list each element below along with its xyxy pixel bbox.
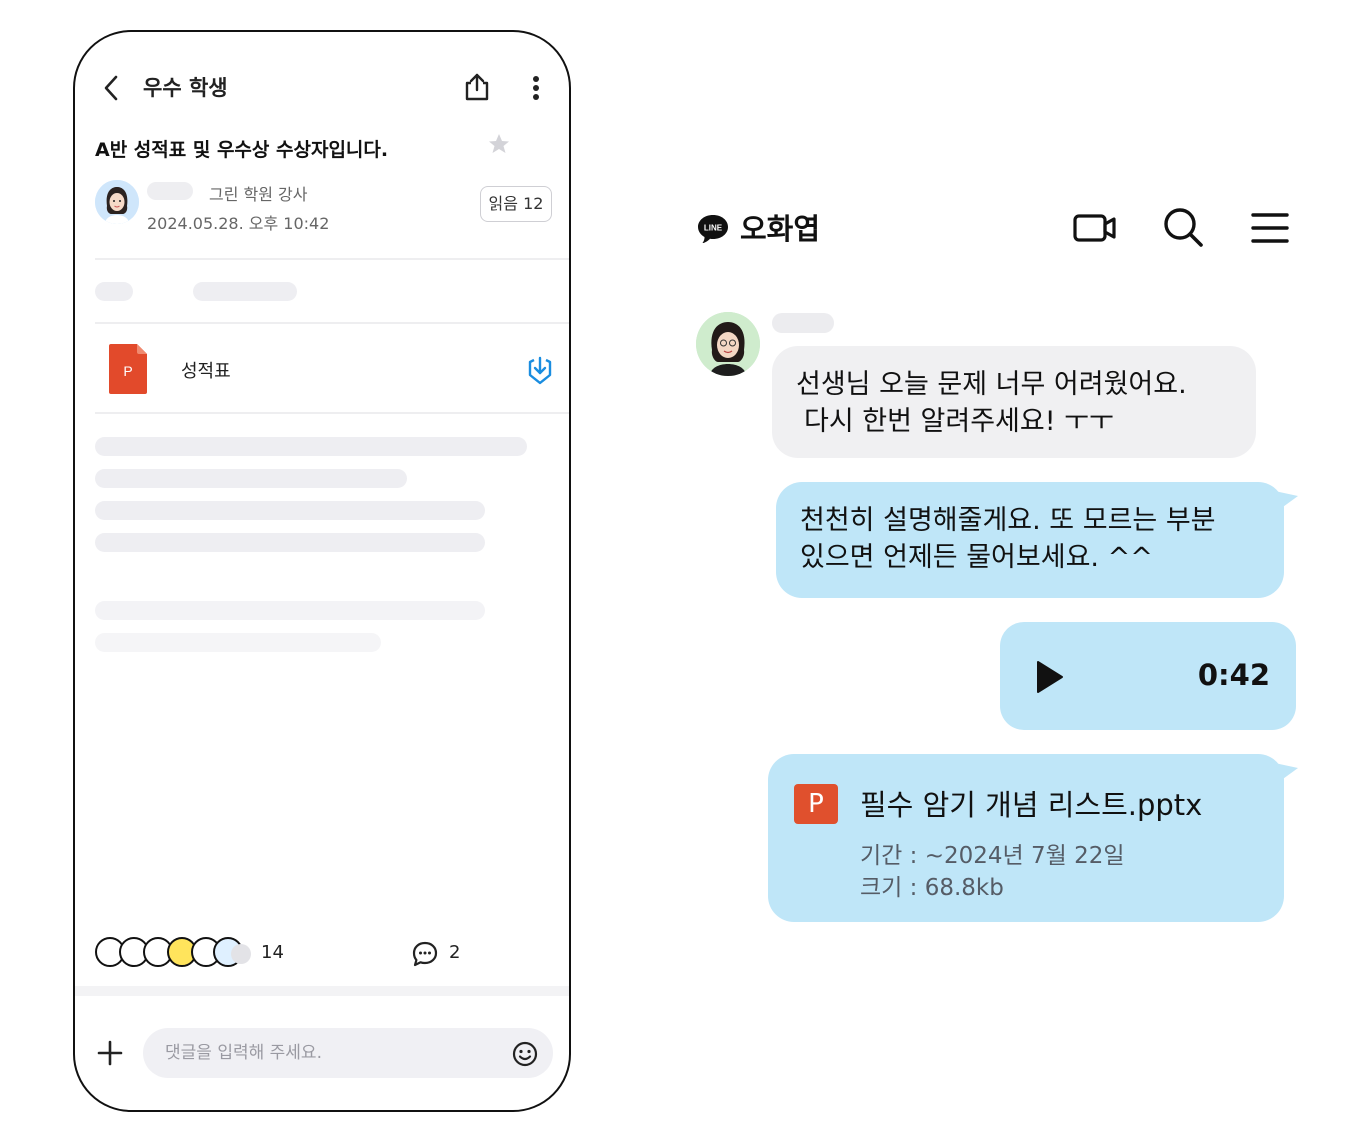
- divider: [95, 412, 569, 414]
- bubble-tail: [1270, 762, 1298, 784]
- author-name-redacted: [147, 182, 193, 200]
- skeleton-line: [95, 501, 485, 520]
- post-date: 2024.05.28. 오후 10:42: [147, 214, 330, 233]
- skeleton-line: [193, 282, 297, 301]
- reaction-count: 14: [261, 942, 284, 963]
- powerpoint-file-icon: P: [109, 344, 147, 394]
- skeleton-line: [95, 469, 407, 488]
- file-period: 기간 : ~2024년 7월 22일: [860, 843, 1125, 869]
- attachment-name: 성적표: [181, 361, 231, 382]
- skeleton-line: [95, 437, 527, 456]
- reaction-avatars[interactable]: [95, 937, 255, 971]
- voice-duration: 0:42: [1197, 658, 1270, 692]
- plus-icon[interactable]: [97, 1040, 123, 1066]
- footer-separator: [75, 986, 569, 996]
- line-logo-icon: LINE: [698, 215, 728, 243]
- comment-count: 2: [449, 942, 461, 963]
- friend-name-redacted: [772, 313, 834, 333]
- svg-text:P: P: [123, 363, 132, 379]
- post-title: A반 성적표 및 우수상 수상자입니다.: [95, 139, 389, 161]
- powerpoint-file-icon: P: [794, 784, 838, 824]
- download-icon[interactable]: [525, 354, 555, 386]
- incoming-message-bubble[interactable]: 선생님 오늘 문제 너무 어려웠어요. 다시 한번 알려주세요! ㅜㅜ: [772, 346, 1256, 458]
- comment-input[interactable]: [143, 1028, 553, 1078]
- search-icon[interactable]: [1162, 206, 1204, 248]
- divider: [95, 258, 569, 260]
- video-call-icon[interactable]: [1072, 210, 1118, 246]
- file-name: 필수 암기 개념 리스트.pptx: [860, 788, 1203, 822]
- outgoing-message-bubble[interactable]: 천천히 설명해줄게요. 또 모르는 부분 있으면 언제든 물어보세요. ^^: [776, 482, 1284, 598]
- svg-text:LINE: LINE: [704, 224, 723, 233]
- emoji-icon[interactable]: [511, 1040, 539, 1068]
- voice-message-bubble[interactable]: 0:42: [1000, 622, 1296, 730]
- author-role: 그린 학원 강사: [209, 185, 308, 204]
- play-icon[interactable]: [1036, 660, 1064, 694]
- message-text: 다시 한번 알려주세요! ㅜㅜ: [804, 406, 1114, 437]
- skeleton-line: [95, 533, 485, 552]
- file-size: 크기 : 68.8kb: [860, 875, 1004, 901]
- message-text: 있으면 언제든 물어보세요. ^^: [800, 542, 1153, 573]
- comment-icon[interactable]: [411, 940, 439, 968]
- app-bar: 우수 학생: [75, 32, 569, 142]
- message-text: 선생님 오늘 문제 너무 어려웠어요.: [796, 369, 1187, 400]
- more-vertical-icon[interactable]: [525, 74, 547, 102]
- more-reactions-icon: [231, 944, 251, 964]
- bubble-tail: [1270, 490, 1298, 512]
- avatar-illustration: [95, 180, 139, 224]
- share-icon[interactable]: [463, 72, 491, 102]
- author-avatar[interactable]: [95, 180, 139, 224]
- skeleton-line: [95, 282, 133, 301]
- phone-frame: 우수 학생 A반 성적표 및 우수상 수상자입니다. 그린 학원 강사 2024…: [73, 30, 571, 1112]
- read-count-badge[interactable]: 읽음 12: [480, 186, 552, 222]
- menu-icon[interactable]: [1250, 210, 1290, 246]
- attachment-row[interactable]: P 성적표: [95, 324, 569, 414]
- page-title: 우수 학생: [143, 76, 228, 100]
- avatar-illustration: [696, 312, 760, 376]
- skeleton-line: [95, 633, 381, 652]
- friend-avatar[interactable]: [696, 312, 760, 376]
- file-message-bubble[interactable]: P 필수 암기 개념 리스트.pptx 기간 : ~2024년 7월 22일 크…: [768, 754, 1284, 922]
- chat-title: 오화엽: [740, 212, 821, 246]
- skeleton-line: [95, 601, 485, 620]
- message-text: 천천히 설명해줄게요. 또 모르는 부분: [800, 505, 1216, 536]
- chevron-left-icon[interactable]: [101, 74, 121, 102]
- star-icon[interactable]: [487, 132, 511, 156]
